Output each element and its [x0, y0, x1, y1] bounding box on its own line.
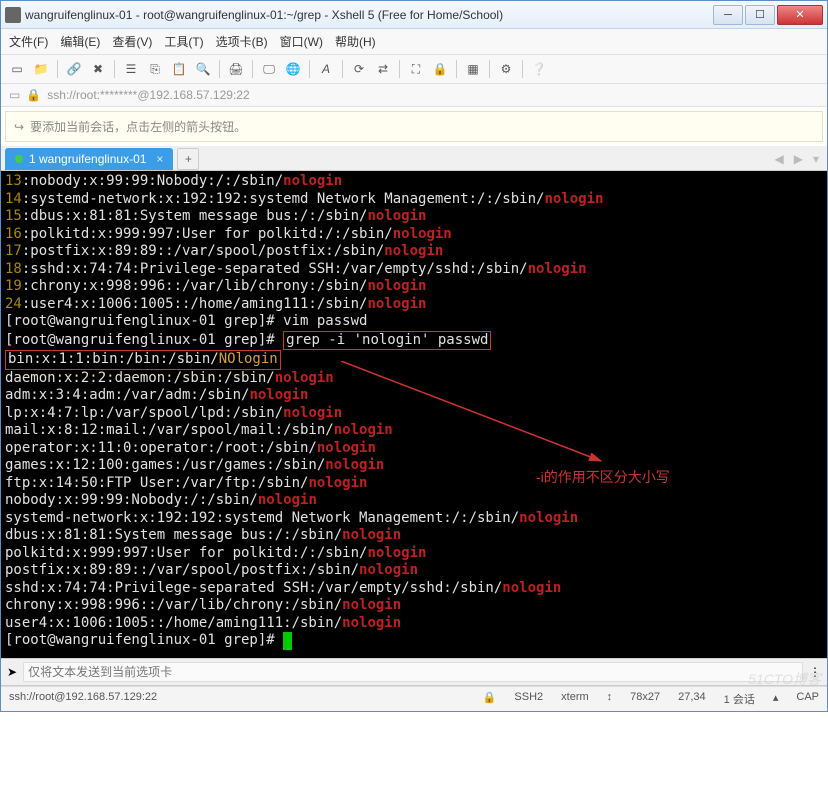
sessionbar-text: 要添加当前会话，点击左侧的箭头按钮。: [30, 118, 246, 135]
refresh-icon[interactable]: ⟳: [349, 59, 369, 79]
status-cap: CAP: [796, 691, 819, 707]
status-more-icon[interactable]: ▴: [773, 691, 779, 707]
help-icon[interactable]: ❔: [529, 59, 549, 79]
maximize-button[interactable]: ☐: [745, 5, 775, 25]
statusbar: ssh://root@192.168.57.129:22 🔒 SSH2 xter…: [1, 686, 827, 711]
paste-icon[interactable]: 📋: [169, 59, 189, 79]
new-icon[interactable]: ▭: [7, 59, 27, 79]
copy-icon[interactable]: ⎘: [145, 59, 165, 79]
status-size-icon: ↕: [607, 691, 613, 707]
tab-close-icon[interactable]: ×: [156, 152, 163, 166]
tab-active[interactable]: 1 wangruifenglinux-01 ×: [5, 148, 173, 170]
app-icon: [5, 7, 21, 23]
reconnect-icon[interactable]: 🔗: [64, 59, 84, 79]
menubar: 文件(F) 编辑(E) 查看(V) 工具(T) 选项卡(B) 窗口(W) 帮助(H): [1, 29, 827, 55]
title-text: wangruifenglinux-01 - root@wangruifengli…: [25, 8, 711, 22]
close-button[interactable]: ✕: [777, 5, 823, 25]
screen-icon[interactable]: 🖵: [259, 59, 279, 79]
annotation-text: -i的作用不区分大小写: [536, 467, 670, 487]
toolbar: ▭ 📁 🔗 ✖ ☰ ⎘ 📋 🔍 🖨 🖵 🌐 A ⟳ ⇄ ⛶ 🔒 ▦ ⚙ ❔: [1, 55, 827, 84]
globe-icon[interactable]: 🌐: [283, 59, 303, 79]
tab-status-icon: [15, 155, 23, 163]
settings-icon[interactable]: ⚙: [496, 59, 516, 79]
tab-prev-icon[interactable]: ◀: [771, 152, 788, 166]
terminal[interactable]: 13:nobody:x:99:99:Nobody:/:/sbin/nologin…: [1, 171, 827, 658]
addressbar: ▭ 🔒 ssh://root:********@192.168.57.129:2…: [1, 84, 827, 107]
minimize-button[interactable]: ─: [713, 5, 743, 25]
menu-item[interactable]: 文件(F): [9, 33, 48, 50]
addressbar-add-icon[interactable]: ▭: [9, 88, 20, 102]
find-icon[interactable]: 🔍: [193, 59, 213, 79]
font-icon[interactable]: A: [316, 59, 336, 79]
watermark: 51CTO博客: [748, 669, 821, 689]
status-ssh-icon: 🔒: [483, 691, 497, 707]
arrow-hint-icon[interactable]: ↪: [14, 120, 24, 134]
menu-item[interactable]: 查看(V): [112, 33, 152, 50]
inputbar: ➤ ⋮: [1, 658, 827, 686]
status-sessions: 1 会话: [724, 691, 755, 707]
properties-icon[interactable]: ☰: [121, 59, 141, 79]
sessionbar: ↪ 要添加当前会话，点击左侧的箭头按钮。: [5, 111, 823, 142]
command-input[interactable]: [23, 662, 803, 682]
menu-item[interactable]: 编辑(E): [60, 33, 100, 50]
menu-item[interactable]: 选项卡(B): [216, 33, 268, 50]
status-ssh: SSH2: [514, 691, 543, 707]
status-address: ssh://root@192.168.57.129:22: [9, 691, 157, 707]
print-icon[interactable]: 🖨: [226, 59, 246, 79]
open-icon[interactable]: 📁: [31, 59, 51, 79]
menu-item[interactable]: 工具(T): [164, 33, 203, 50]
menu-item[interactable]: 帮助(H): [335, 33, 376, 50]
addressbar-lock-icon: 🔒: [26, 88, 41, 102]
status-term: xterm: [561, 691, 589, 707]
tab-label: 1 wangruifenglinux-01: [29, 152, 146, 166]
lock-icon[interactable]: 🔒: [430, 59, 450, 79]
tab-next-icon[interactable]: ▶: [790, 152, 807, 166]
status-size: 78x27: [630, 691, 660, 707]
titlebar[interactable]: wangruifenglinux-01 - root@wangruifengli…: [1, 1, 827, 29]
menu-item[interactable]: 窗口(W): [280, 33, 323, 50]
fullscreen-icon[interactable]: ⛶: [406, 59, 426, 79]
addressbar-text[interactable]: ssh://root:********@192.168.57.129:22: [47, 88, 249, 102]
disconnect-icon[interactable]: ✖: [88, 59, 108, 79]
tabstrip: 1 wangruifenglinux-01 × + ◀ ▶ ▾: [1, 146, 827, 171]
transfer-icon[interactable]: ⇄: [373, 59, 393, 79]
split-icon[interactable]: ▦: [463, 59, 483, 79]
tab-list-icon[interactable]: ▾: [809, 152, 823, 166]
input-send-icon[interactable]: ➤: [7, 665, 17, 679]
tab-add-button[interactable]: +: [177, 148, 199, 170]
status-pos: 27,34: [678, 691, 706, 707]
